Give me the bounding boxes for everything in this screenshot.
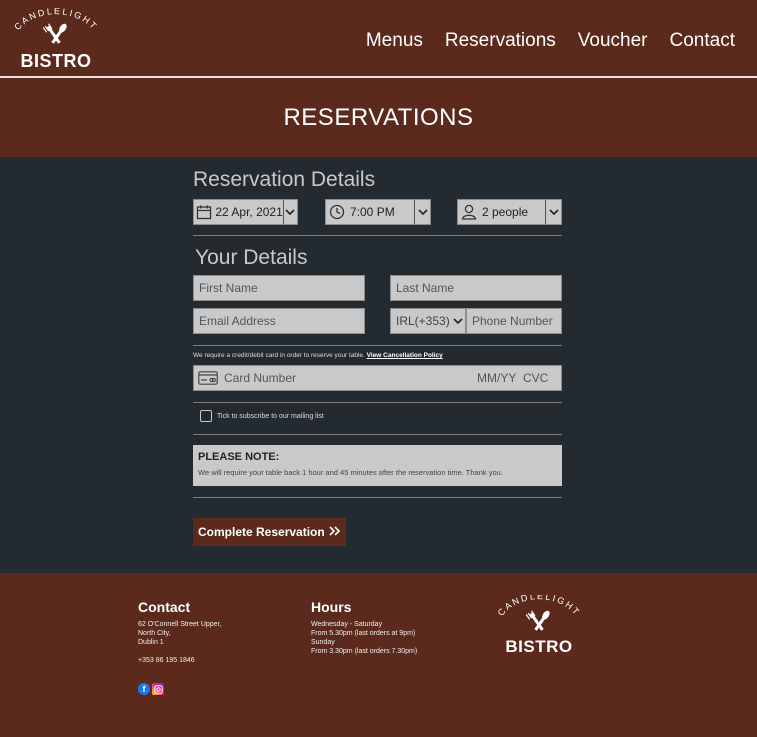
credit-card-icon <box>194 371 222 385</box>
email-field[interactable]: Email Address <box>193 308 365 334</box>
phone-field[interactable]: Phone Number <box>466 308 562 334</box>
social-links: f <box>138 683 164 695</box>
hours-line: From 3.30pm (last orders 7.30pm) <box>311 648 418 655</box>
divider <box>193 345 562 346</box>
reservation-selectors: 22 Apr, 2021 7:00 PM 2 people <box>193 199 562 225</box>
footer-logo[interactable]: CANDLELIGHT BISTRO <box>493 595 585 659</box>
subscribe-row: Tick to subscribe to our mailing list <box>200 410 324 422</box>
chevron-down-icon <box>282 200 297 224</box>
logo-arc-text: CANDLELIGHT <box>496 595 581 618</box>
site-footer: Contact 62 O'Connell Street Upper, North… <box>0 573 757 737</box>
last-name-field[interactable]: Last Name <box>390 275 562 301</box>
chevron-down-icon <box>414 200 430 224</box>
please-note-title: PLEASE NOTE: <box>198 451 280 463</box>
party-size-value: 2 people <box>482 205 529 219</box>
footer-contact: Contact 62 O'Connell Street Upper, North… <box>138 599 221 665</box>
logo-arc-text: CANDLELIGHT <box>12 8 97 32</box>
please-note-box: PLEASE NOTE: We will require your table … <box>193 445 562 486</box>
footer-hours: Hours Wednesday - Saturday From 5.30pm (… <box>311 599 417 656</box>
reservation-form: Reservation Details 22 Apr, 2021 7:00 PM… <box>193 168 562 546</box>
logo-arc: CANDLELIGHT <box>496 595 583 631</box>
time-select[interactable]: 7:00 PM <box>325 199 431 225</box>
first-name-field[interactable]: First Name <box>193 275 365 301</box>
date-value: 22 Apr, 2021 <box>215 205 283 219</box>
hours-line: Sunday <box>311 639 335 646</box>
card-requirement-note: We require a credit/debit card in order … <box>193 352 443 359</box>
page-title: RESERVATIONS <box>283 104 474 131</box>
card-cvc-field[interactable]: CVC <box>523 371 561 385</box>
svg-text:CANDLELIGHT: CANDLELIGHT <box>496 595 583 618</box>
date-select[interactable]: 22 Apr, 2021 <box>193 199 298 225</box>
country-code-value: IRL(+353) <box>396 314 450 328</box>
card-expiry-field[interactable]: MM/YY <box>477 371 523 385</box>
address-line: Dublin 1 <box>138 639 164 646</box>
hours-line: Wednesday - Saturday <box>311 621 383 628</box>
party-size-select[interactable]: 2 people <box>457 199 562 225</box>
please-note-body: We will require your table back 1 hour a… <box>198 468 503 477</box>
main-nav: Menus Reservations Voucher Contact <box>366 30 735 52</box>
reservation-details-title: Reservation Details <box>193 168 376 191</box>
fork-knife-icon <box>525 610 550 631</box>
nav-contact[interactable]: Contact <box>670 30 735 52</box>
fork-knife-icon <box>42 23 67 44</box>
complete-reservation-label: Complete Reservation <box>198 525 325 539</box>
svg-text:CANDLELIGHT: CANDLELIGHT <box>12 8 99 32</box>
person-icon <box>458 199 480 225</box>
logo-brand: BISTRO <box>20 51 92 71</box>
time-value: 7:00 PM <box>350 205 395 219</box>
card-number-field[interactable]: Card Number <box>222 371 477 385</box>
cancellation-policy-link[interactable]: View Cancellation Policy <box>367 352 443 359</box>
clock-icon <box>326 199 348 225</box>
footer-phone[interactable]: +353 86 195 1846 <box>138 656 221 665</box>
divider <box>193 402 562 403</box>
nav-menus[interactable]: Menus <box>366 30 423 52</box>
calendar-icon <box>194 199 213 225</box>
your-details-title: Your Details <box>195 246 308 269</box>
country-code-select[interactable]: IRL(+353) <box>390 308 466 334</box>
logo-brand: BISTRO <box>505 637 573 656</box>
complete-reservation-button[interactable]: Complete Reservation <box>193 518 346 546</box>
subscribe-label: Tick to subscribe to our mailing list <box>217 412 324 420</box>
footer-contact-title: Contact <box>138 599 191 615</box>
divider <box>193 497 562 498</box>
facebook-icon[interactable]: f <box>138 683 150 695</box>
hours-line: From 5.30pm (last orders at 9pm) <box>311 630 416 637</box>
divider <box>193 434 562 435</box>
site-logo[interactable]: CANDLELIGHT BISTRO <box>8 8 104 72</box>
header-divider <box>0 76 757 78</box>
double-chevron-right-icon <box>329 525 341 539</box>
footer-hours-title: Hours <box>311 599 352 615</box>
address-line: North City, <box>138 630 171 637</box>
address-line: 62 O'Connell Street Upper, <box>138 621 222 628</box>
chevron-down-icon <box>451 318 465 324</box>
card-requirement-text: We require a credit/debit card in order … <box>193 352 365 359</box>
nav-reservations[interactable]: Reservations <box>445 30 556 52</box>
chevron-down-icon <box>545 200 561 224</box>
subscribe-checkbox[interactable] <box>200 410 212 422</box>
card-field[interactable]: Card Number MM/YY CVC <box>193 365 562 391</box>
site-header: CANDLELIGHT BISTRO Menus Reservations Vo… <box>0 0 757 157</box>
divider <box>193 235 562 236</box>
nav-voucher[interactable]: Voucher <box>578 30 648 52</box>
instagram-icon[interactable] <box>152 683 164 695</box>
logo-arc: CANDLELIGHT <box>12 8 99 44</box>
